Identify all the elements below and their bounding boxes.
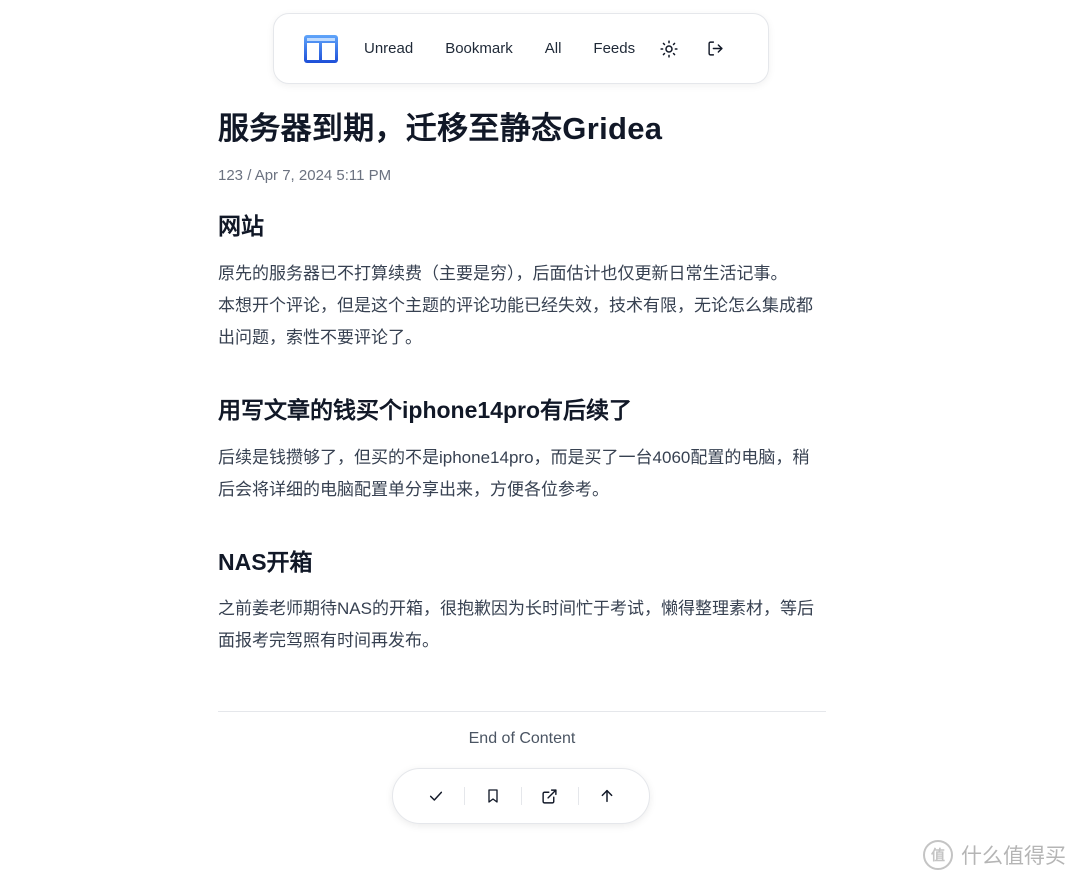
- bookmark-button[interactable]: [465, 778, 521, 814]
- section-paragraph: 后续是钱攒够了，但买的不是iphone14pro，而是买了一台4060配置的电脑…: [218, 447, 810, 499]
- section-heading: 网站: [218, 212, 264, 239]
- watermark-badge: 值: [923, 840, 953, 870]
- nav-all[interactable]: All: [545, 40, 562, 57]
- logout-icon[interactable]: [705, 39, 725, 59]
- article: 服务器到期，迁移至静态Gridea 123 / Apr 7, 2024 5:11…: [218, 100, 826, 657]
- article-section: 网站 原先的服务器已不打算续费（主要是穷），后面估计也仅更新日常生活记事。 本想…: [218, 212, 826, 354]
- arrow-up-icon: [601, 789, 612, 803]
- section-heading: NAS开箱: [218, 548, 313, 575]
- article-title: 服务器到期，迁移至静态Gridea: [218, 111, 663, 146]
- open-external-button[interactable]: [522, 778, 578, 814]
- nav-bookmark[interactable]: Bookmark: [445, 40, 513, 57]
- watermark-text: 什么值得买: [961, 845, 1066, 868]
- section-paragraph: 原先的服务器已不打算续费（主要是穷），后面估计也仅更新日常生活记事。: [218, 263, 788, 283]
- article-meta: 123 / Apr 7, 2024 5:11 PM: [218, 166, 392, 184]
- nav-feeds[interactable]: Feeds: [593, 40, 635, 57]
- mark-read-button[interactable]: [408, 778, 464, 814]
- nav-unread[interactable]: Unread: [364, 40, 413, 57]
- content-divider: [218, 711, 826, 712]
- scroll-top-button[interactable]: [579, 778, 635, 814]
- bookmark-icon: [487, 789, 498, 803]
- sun-icon[interactable]: [659, 39, 679, 59]
- reader-logo-icon[interactable]: [304, 34, 338, 63]
- top-navigation: Unread Bookmark All Feeds: [273, 13, 769, 84]
- article-section: NAS开箱 之前姜老师期待NAS的开箱，很抱歉因为长时间忙于考试，懒得整理素材，…: [218, 548, 826, 658]
- check-icon: [429, 791, 442, 801]
- section-heading: 用写文章的钱买个iphone14pro有后续了: [218, 396, 633, 423]
- external-link-icon: [542, 788, 557, 804]
- watermark: 值 什么值得买: [923, 840, 1066, 870]
- section-paragraph: 之前姜老师期待NAS的开箱，很抱歉因为长时间忙于考试，懒得整理素材，等后面报考完…: [218, 599, 814, 651]
- end-of-content-label: End of Content: [468, 730, 576, 747]
- article-section: 用写文章的钱买个iphone14pro有后续了 后续是钱攒够了，但买的不是iph…: [218, 396, 826, 506]
- article-actions: [392, 768, 650, 824]
- section-paragraph: 本想开个评论，但是这个主题的评论功能已经失效，技术有限，无论怎么集成都出问题，索…: [218, 295, 813, 347]
